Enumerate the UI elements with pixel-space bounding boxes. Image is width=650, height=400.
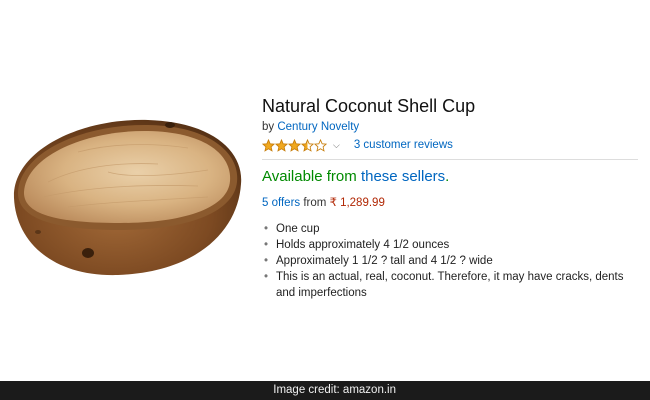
product-title: Natural Coconut Shell Cup xyxy=(262,96,476,116)
availability-suffix: . xyxy=(445,168,450,185)
by-prefix: by xyxy=(262,121,275,133)
availability-prefix: Available from xyxy=(262,168,357,185)
image-credit: Image credit: amazon.in xyxy=(273,384,396,396)
price: ₹ 1,289.99 xyxy=(329,197,385,209)
rating-row: ⌵ 3 customer reviews xyxy=(262,137,642,153)
feature-list: One cup Holds approximately 4 1/2 ounces… xyxy=(262,221,642,301)
customer-reviews-link[interactable]: 3 customer reviews xyxy=(354,139,453,151)
star-half-icon xyxy=(301,138,314,152)
product-details: Natural Coconut Shell Cup by Century Nov… xyxy=(262,95,642,301)
star-empty-icon xyxy=(314,138,327,152)
sellers-link[interactable]: these sellers xyxy=(361,168,445,185)
star-full-icon xyxy=(262,138,275,152)
feature-item: Holds approximately 4 1/2 ounces xyxy=(262,237,642,253)
caption-bar: Image credit: amazon.in xyxy=(0,381,650,400)
byline: by Century Novelty xyxy=(262,120,642,134)
offers-from: from xyxy=(303,197,327,209)
product-image[interactable] xyxy=(8,112,246,280)
chevron-down-icon[interactable]: ⌵ xyxy=(333,140,340,151)
offers: 5 offers from ₹ 1,289.99 xyxy=(262,196,642,210)
star-full-icon xyxy=(288,138,301,152)
star-rating[interactable] xyxy=(262,138,327,152)
feature-item: This is an actual, real, coconut. Theref… xyxy=(262,269,642,301)
feature-item: Approximately 1 1/2 ? tall and 4 1/2 ? w… xyxy=(262,253,642,269)
star-full-icon xyxy=(275,138,288,152)
availability: Available from these sellers. xyxy=(262,168,642,186)
divider xyxy=(262,159,638,160)
offers-link[interactable]: 5 offers xyxy=(262,197,300,209)
feature-item: One cup xyxy=(262,221,642,237)
brand-link[interactable]: Century Novelty xyxy=(277,121,359,133)
